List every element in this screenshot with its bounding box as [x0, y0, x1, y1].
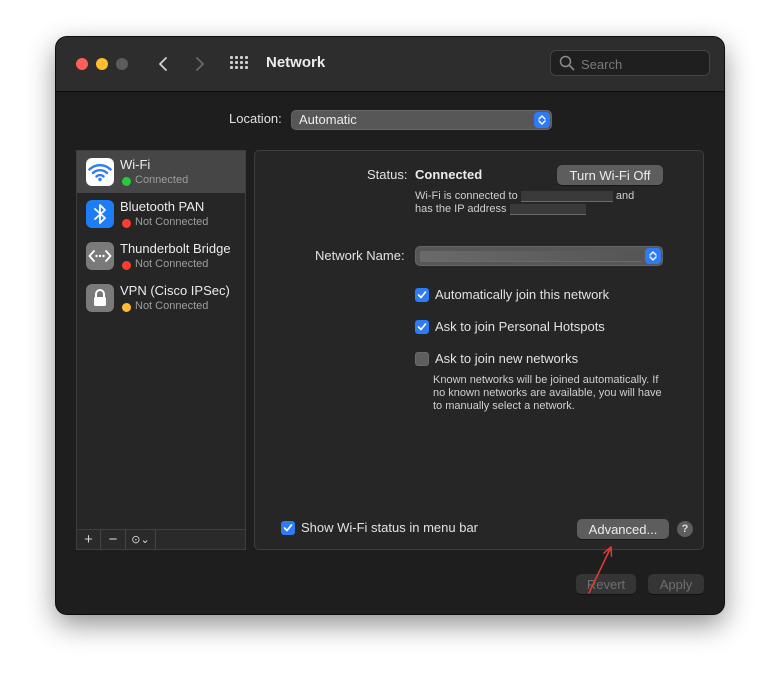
service-name: Wi-Fi [120, 157, 151, 172]
action-menu-button[interactable]: ⊙⌄ [126, 530, 156, 549]
connected-info-line: Wi-Fi is connected to and [415, 190, 635, 202]
minimize-window-button[interactable] [96, 58, 108, 70]
network-preferences-window: Network Location: Automatic [56, 37, 724, 614]
show-wifi-status-checkbox[interactable] [281, 521, 295, 535]
ip-info-line: has the IP address [415, 203, 586, 216]
service-item-thunderbolt-bridge[interactable]: Thunderbolt Bridge Not Connected [77, 235, 245, 277]
ask-new-networks-checkbox[interactable] [415, 352, 429, 366]
auto-join-checkbox[interactable] [415, 288, 429, 302]
advanced-button[interactable]: Advanced... [577, 519, 669, 539]
network-service-list: Wi-Fi Connected Bluetooth PAN Not Connec… [76, 150, 246, 530]
service-item-vpn[interactable]: VPN (Cisco IPSec) Not Connected [77, 277, 245, 319]
chevron-right-icon [196, 57, 204, 71]
window-title: Network [266, 54, 326, 71]
auto-join-label: Automatically join this network [435, 287, 610, 302]
known-networks-note-line-3: to manually select a network. [433, 400, 575, 412]
help-button[interactable]: ? [677, 521, 693, 537]
known-networks-note-line-1: Known networks will be joined automatica… [433, 374, 659, 386]
status-label: Status: [367, 167, 408, 182]
service-item-bluetooth-pan[interactable]: Bluetooth PAN Not Connected [77, 193, 245, 235]
checkmark-icon [283, 524, 293, 532]
ask-new-networks-label: Ask to join new networks [435, 351, 579, 366]
show-wifi-status-label: Show Wi-Fi status in menu bar [301, 520, 479, 535]
network-name-popup[interactable] [415, 246, 663, 266]
show-all-grid-icon[interactable] [228, 53, 252, 75]
service-name: Bluetooth PAN [120, 199, 205, 214]
popup-stepper-icon [645, 248, 661, 264]
ask-hotspots-checkbox[interactable] [415, 320, 429, 334]
zoom-window-button[interactable] [116, 58, 128, 70]
search-field[interactable] [550, 50, 710, 76]
location-popup[interactable]: Automatic [291, 110, 552, 130]
add-service-button[interactable]: + [77, 530, 101, 549]
back-button[interactable] [150, 51, 176, 77]
service-list-toolbar: + − ⊙⌄ [76, 529, 246, 550]
status-dot [122, 261, 131, 270]
forward-button[interactable] [187, 51, 213, 77]
wifi-detail-panel: Status: Connected Turn Wi-Fi Off Wi-Fi i… [254, 150, 704, 550]
popup-stepper-icon [534, 112, 550, 128]
status-dot [122, 303, 131, 312]
network-name-label: Network Name: [315, 248, 405, 263]
apply-button[interactable]: Apply [648, 574, 704, 594]
revert-button[interactable]: Revert [576, 574, 636, 594]
checkmark-icon [417, 323, 427, 331]
service-status: Not Connected [135, 258, 209, 270]
remove-service-button[interactable]: − [101, 530, 126, 549]
service-status: Not Connected [135, 216, 209, 228]
search-icon [559, 55, 575, 71]
status-value: Connected [415, 167, 483, 182]
service-status: Connected [135, 174, 189, 186]
wifi-icon [86, 158, 114, 186]
location-label: Location: [229, 111, 282, 126]
chevron-left-icon [159, 57, 167, 71]
redacted-network-name [420, 251, 642, 262]
bluetooth-icon [86, 200, 114, 228]
known-networks-note-line-2: no known networks are available, you wil… [433, 387, 662, 399]
service-status: Not Connected [135, 300, 209, 312]
location-value: Automatic [299, 112, 357, 127]
search-input[interactable] [579, 54, 709, 74]
redacted-ip [509, 203, 586, 215]
service-item-wifi[interactable]: Wi-Fi Connected [77, 151, 245, 193]
lock-icon [86, 284, 114, 312]
close-window-button[interactable] [76, 58, 88, 70]
checkmark-icon [417, 291, 427, 299]
turn-wifi-off-button[interactable]: Turn Wi-Fi Off [557, 165, 663, 185]
thunderbolt-bridge-icon [86, 242, 114, 270]
status-dot [122, 177, 131, 186]
status-dot [122, 219, 131, 228]
service-name: Thunderbolt Bridge [120, 241, 231, 256]
redacted-network [520, 190, 613, 202]
ask-hotspots-label: Ask to join Personal Hotspots [435, 319, 605, 334]
title-bar: Network [56, 37, 724, 92]
service-name: VPN (Cisco IPSec) [120, 283, 230, 298]
